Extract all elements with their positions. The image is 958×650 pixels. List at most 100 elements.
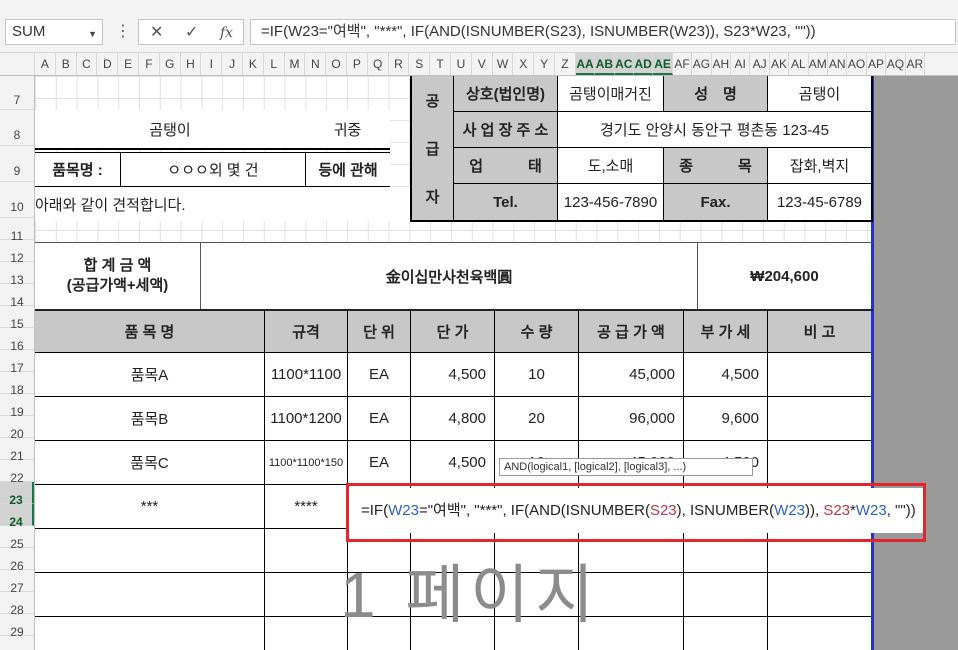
insert-function-icon[interactable]: fx (220, 21, 233, 45)
column-header[interactable]: A (35, 53, 56, 75)
row-header[interactable]: 29 (0, 614, 34, 639)
table-cell[interactable] (35, 617, 265, 650)
column-header[interactable]: K (243, 53, 264, 75)
table-cell[interactable] (768, 441, 871, 485)
table-cell[interactable]: **** (265, 485, 348, 529)
column-header[interactable]: S (409, 53, 431, 75)
row-header[interactable]: 26 (0, 548, 34, 573)
table-cell[interactable]: EA (348, 441, 411, 485)
address-label-cell[interactable]: 사 업 장 주 소 (454, 112, 558, 148)
table-cell[interactable]: 1100*1100 (265, 353, 348, 397)
column-header[interactable]: F (139, 53, 160, 75)
table-header[interactable]: 비 고 (768, 311, 871, 353)
column-header[interactable]: AL (789, 53, 809, 75)
column-header[interactable]: AQ (886, 53, 906, 75)
column-header[interactable]: AO (847, 53, 867, 75)
tel-label-cell[interactable]: Tel. (454, 184, 558, 220)
table-cell[interactable]: 품목A (35, 353, 265, 397)
table-cell[interactable]: 9,600 (684, 397, 768, 441)
total-korean-cell[interactable]: 金이십만사천육백圓 (201, 243, 698, 309)
table-cell[interactable]: 96,000 (579, 397, 684, 441)
table-cell[interactable]: EA (348, 353, 411, 397)
column-header[interactable]: AB (595, 53, 615, 75)
table-header[interactable]: 규격 (265, 311, 348, 353)
table-cell[interactable] (768, 573, 871, 617)
column-header[interactable]: O (326, 53, 347, 75)
row-header[interactable]: 8 (0, 110, 34, 146)
row-header[interactable]: 11 (0, 218, 34, 243)
column-header[interactable]: AG (692, 53, 712, 75)
column-header[interactable]: AM (809, 53, 828, 75)
column-header[interactable]: N (305, 53, 327, 75)
table-header[interactable]: 단 위 (348, 311, 411, 353)
column-header[interactable]: AK (770, 53, 790, 75)
row-header[interactable]: 28 (0, 592, 34, 617)
table-cell[interactable]: 품목B (35, 397, 265, 441)
column-header[interactable]: W (493, 53, 514, 75)
table-cell[interactable] (265, 529, 348, 573)
function-tooltip[interactable]: AND(logical1, [logical2], [logical3], ..… (499, 458, 753, 476)
honorific-cell[interactable]: 귀중 (305, 110, 390, 148)
select-all-corner[interactable] (0, 53, 35, 75)
table-cell[interactable]: 20 (495, 397, 579, 441)
row-header[interactable]: 17 (0, 350, 34, 375)
about-cell[interactable]: 등에 관해 (305, 153, 390, 187)
column-header[interactable]: H (181, 53, 202, 75)
row-header[interactable]: 19 (0, 394, 34, 419)
address-cell[interactable]: 경기도 안양시 동안구 평촌동 123-45 (558, 112, 871, 148)
table-cell[interactable] (684, 573, 768, 617)
column-header[interactable]: I (201, 53, 223, 75)
more-options-icon[interactable]: ⋮ (115, 21, 131, 41)
column-header[interactable]: AC (614, 53, 634, 75)
table-cell[interactable] (35, 573, 265, 617)
formula-input[interactable]: =IF(W23="여백", "***", IF(AND(ISNUMBER(S23… (250, 19, 956, 45)
fax-label-cell[interactable]: Fax. (664, 184, 768, 220)
column-header[interactable]: AH (712, 53, 731, 75)
column-header[interactable]: AR (906, 53, 925, 75)
name-label-cell[interactable]: 성 명 (664, 76, 768, 112)
column-header[interactable]: G (160, 53, 181, 75)
column-header[interactable]: E (118, 53, 139, 75)
row-header[interactable]: 23 (0, 482, 34, 507)
table-header[interactable]: 품 목 명 (35, 311, 265, 353)
row-header[interactable]: 18 (0, 372, 34, 397)
table-cell[interactable]: 1100*1100*150 (265, 441, 348, 485)
table-cell[interactable] (768, 353, 871, 397)
row-header[interactable]: 27 (0, 570, 34, 595)
table-cell[interactable] (684, 617, 768, 650)
row-header[interactable]: 21 (0, 438, 34, 463)
column-header[interactable]: AI (731, 53, 751, 75)
row-header[interactable]: 12 (0, 240, 34, 265)
row-header[interactable]: 16 (0, 328, 34, 353)
row-header[interactable]: 13 (0, 262, 34, 287)
table-cell[interactable]: *** (35, 485, 265, 529)
table-header[interactable]: 단 가 (411, 311, 495, 353)
row-header[interactable]: 7 (0, 76, 34, 110)
column-header[interactable]: V (472, 53, 493, 75)
table-cell[interactable]: 1100*1200 (265, 397, 348, 441)
column-header[interactable]: C (77, 53, 98, 75)
chevron-down-icon[interactable]: ▼ (88, 22, 97, 46)
table-cell[interactable]: EA (348, 397, 411, 441)
table-header[interactable]: 부 가 세 (684, 311, 768, 353)
item-value-cell[interactable]: ㅇㅇㅇ외 몇 건 (121, 153, 305, 187)
enter-check-icon[interactable]: ✓ (185, 21, 198, 45)
column-header[interactable]: AJ (750, 53, 770, 75)
company-label-cell[interactable]: 상호(법인명) (454, 76, 558, 112)
column-header[interactable]: U (451, 53, 472, 75)
column-header[interactable]: P (347, 53, 368, 75)
column-header[interactable]: Y (534, 53, 555, 75)
column-header[interactable]: L (264, 53, 285, 75)
table-cell[interactable] (265, 617, 348, 650)
total-label-cell[interactable]: 합 계 금 액 (공급가액+세액) (35, 243, 201, 309)
table-header[interactable]: 공 급 가 액 (579, 311, 684, 353)
business-label-cell[interactable]: 업 태 (454, 148, 558, 184)
column-header[interactable]: Q (368, 53, 389, 75)
column-header[interactable]: AF (673, 53, 693, 75)
worksheet[interactable]: 곰탱이 귀중 품목명 : ㅇㅇㅇ외 몇 건 등에 관해 아래와 같이 견적합니다… (35, 76, 958, 650)
cancel-icon[interactable]: ✕ (150, 21, 163, 45)
item-label-cell[interactable]: 품목명 : (35, 153, 121, 187)
column-header[interactable]: D (97, 53, 119, 75)
row-header[interactable]: 15 (0, 306, 34, 331)
column-header[interactable]: M (285, 53, 306, 75)
